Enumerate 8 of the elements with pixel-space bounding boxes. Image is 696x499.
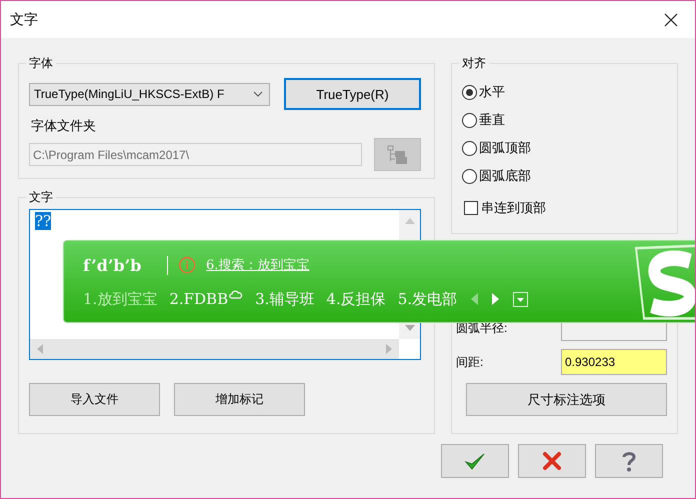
field-label: 间距: [456,354,484,370]
field-label: 圆弧半径: [456,320,508,336]
group-label: 字体 [28,55,54,72]
group-label: 文字 [28,189,54,206]
window-title: 文字 [10,10,38,28]
group-label: 对齐 [461,55,487,72]
text-content: ?? [35,212,52,230]
folder-label: 字体文件夹 [31,117,97,135]
